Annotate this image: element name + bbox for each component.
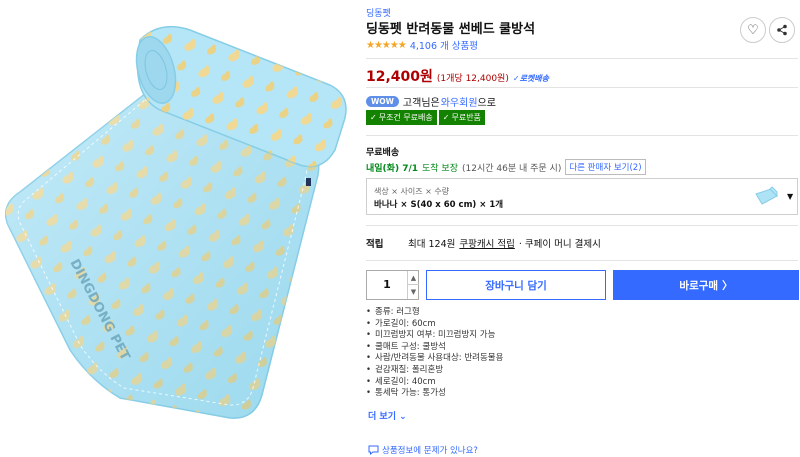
divider xyxy=(366,260,798,261)
divider xyxy=(366,225,798,226)
add-to-cart-button[interactable]: 장바구니 담기 xyxy=(426,270,606,300)
reward-suffix: · 쿠페이 머니 결제시 xyxy=(518,239,601,250)
list-item: 통세탁 가능: 통가성 xyxy=(366,388,798,397)
reward-row: 적립 최대 124원 쿠팡캐시 적립 · 쿠페이 머니 결제시 xyxy=(366,236,601,250)
chevron-up-icon: ▲ xyxy=(410,274,417,282)
membership-text-suffix: 으로 xyxy=(477,98,496,109)
show-more-button[interactable]: 더 보기 ⌄ xyxy=(368,409,407,422)
option-value: 바나나 × S(40 x 60 cm) × 1개 xyxy=(374,200,504,210)
list-item: 겉감재질: 폴리혼방 xyxy=(366,365,798,377)
heart-icon: ♡ xyxy=(747,22,759,38)
list-item: 사람/반려동물 사용대상: 반려동물용 xyxy=(366,353,798,365)
membership-row: WOW 고객님은 와우회원 으로 xyxy=(366,94,496,109)
product-attributes: 종류: 러그형 가로길이: 60cm 미끄럼방지 여부: 미끄럼방지 가능 쿨매… xyxy=(366,307,798,397)
list-item: 미끄럼방지 여부: 미끄럼방지 가능 xyxy=(366,330,798,342)
free-return-badge: ✓ 무료반품 xyxy=(438,110,485,125)
unit-price: (1개당 12,400원) xyxy=(436,74,509,84)
membership-text-prefix: 고객님은 xyxy=(402,98,440,109)
shipping-title: 무료배송 xyxy=(366,148,400,158)
cool-mat-illustration: DINGDONG PET xyxy=(5,25,347,419)
quantity-stepper[interactable]: 1 ▲ ▼ xyxy=(366,270,419,300)
list-item: 쿨매트 구성: 쿨방석 xyxy=(366,342,798,354)
quantity-up-button[interactable]: ▲ xyxy=(407,271,419,285)
chevron-down-icon: ▼ xyxy=(787,192,794,201)
product-info-panel: 딩동펫 딩동펫 반려동물 썬베드 쿨방석 ★★★★★ 4,106 개 상품평 ♡… xyxy=(366,0,800,457)
report-problem-link[interactable]: 상품정보에 문제가 있나요? xyxy=(368,444,478,456)
divider xyxy=(366,87,798,88)
delivery-row: 내일(화) 7/1 도착 보장 (12시간 46분 내 주문 시) 다른 판매자… xyxy=(366,159,646,175)
wow-badge: WOW xyxy=(366,96,399,107)
product-title: 딩동펫 반려동물 썬베드 쿨방석 xyxy=(366,22,536,37)
share-button[interactable] xyxy=(769,17,795,43)
other-sellers-button[interactable]: 다른 판매자 보기(2) xyxy=(565,159,646,175)
divider xyxy=(366,58,798,59)
delivery-date: 내일(화) 7/1 xyxy=(366,163,419,174)
speech-bubble-icon xyxy=(368,445,379,455)
quantity-input[interactable]: 1 xyxy=(367,278,407,291)
rocket-delivery-badge: ✓로켓배송 xyxy=(512,74,550,83)
delivery-guarantee: 도착 보장 xyxy=(422,163,458,174)
reward-label: 적립 xyxy=(366,239,384,250)
option-header: 색상 × 사이즈 × 수량 xyxy=(374,187,450,196)
list-item: 가로길이: 60cm xyxy=(366,319,798,331)
star-rating: ★★★★★ xyxy=(366,39,407,51)
order-deadline-note: (12시간 46분 내 주문 시) xyxy=(462,163,562,174)
rating-row[interactable]: ★★★★★ 4,106 개 상품평 xyxy=(366,38,478,53)
price-row: 12,400원 (1개당 12,400원) ✓로켓배송 xyxy=(366,66,549,86)
benefit-badges: ✓ 무조건 무료배송 ✓ 무료반품 xyxy=(366,110,485,125)
share-icon xyxy=(777,24,787,36)
option-selector[interactable]: 색상 × 사이즈 × 수량 바나나 × S(40 x 60 cm) × 1개 ▼ xyxy=(366,178,798,215)
chevron-down-icon: ▼ xyxy=(410,288,417,296)
sale-price: 12,400원 xyxy=(366,69,433,85)
buy-now-label: 바로구매 xyxy=(679,279,719,292)
product-image: DINGDONG PET xyxy=(0,0,355,457)
divider xyxy=(366,135,798,136)
list-item: 종류: 러그형 xyxy=(366,307,798,319)
check-icon: ✓ xyxy=(370,113,377,122)
check-icon: ✓ xyxy=(442,113,450,122)
chevron-right-icon: 〉 xyxy=(722,279,733,292)
reward-amount: 최대 124원 xyxy=(408,239,456,250)
free-shipping-badge: ✓ 무조건 무료배송 xyxy=(366,110,437,125)
list-item: 세로길이: 40cm xyxy=(366,377,798,389)
buy-now-button[interactable]: 바로구매 〉 xyxy=(613,270,799,300)
option-thumbnail xyxy=(755,186,778,205)
wow-member-link[interactable]: 와우회원 xyxy=(441,94,478,109)
review-count-link[interactable]: 4,106 개 상품평 xyxy=(410,38,478,52)
wishlist-button[interactable]: ♡ xyxy=(740,17,766,43)
coupang-cash-link[interactable]: 쿠팡캐시 적립 xyxy=(459,236,514,250)
quantity-down-button[interactable]: ▼ xyxy=(407,285,419,299)
chevron-down-icon: ⌄ xyxy=(399,412,407,422)
